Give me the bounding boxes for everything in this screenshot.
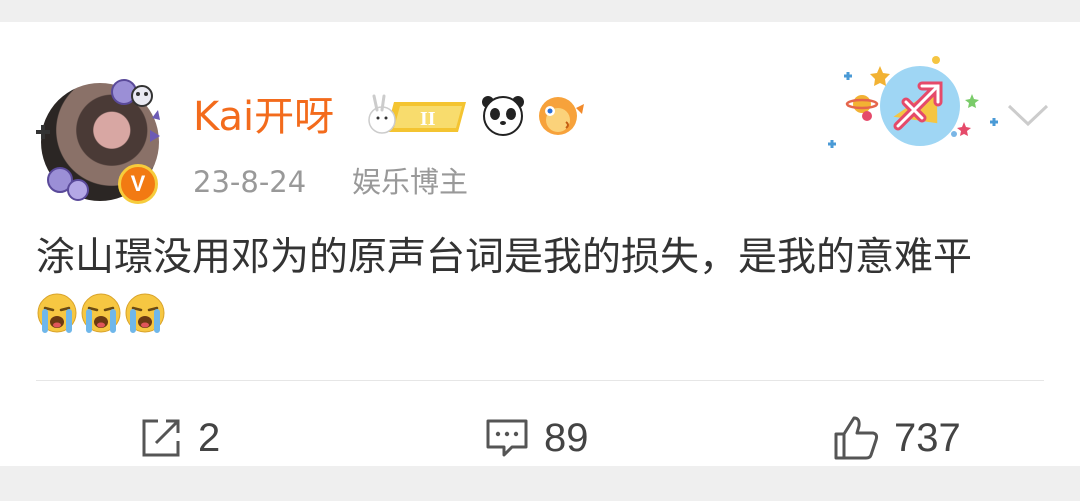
share-count: 2 bbox=[198, 415, 221, 460]
panda-icon bbox=[482, 96, 524, 136]
crying-emoji-icon bbox=[37, 293, 77, 333]
crying-emoji-icon bbox=[81, 293, 121, 333]
share-icon bbox=[142, 419, 180, 457]
post-content: 涂山璟没用邓为的原声台词是我的损失，是我的意难平 bbox=[36, 230, 1046, 342]
user-badges: II bbox=[368, 94, 584, 136]
gemini-level-badge: II bbox=[368, 94, 466, 134]
post-card: V Kai开呀 II 23-8-24 娱乐博主 涂山璟没用邓为的原声台词是我的损… bbox=[0, 22, 1080, 466]
chevron-down-icon[interactable] bbox=[1005, 100, 1051, 130]
post-text: 涂山璟没用邓为的原声台词是我的损失，是我的意难平 bbox=[36, 235, 973, 280]
pufferfish-icon bbox=[539, 97, 584, 135]
user-category: 娱乐博主 bbox=[352, 165, 469, 199]
crying-emoji-icon bbox=[125, 293, 165, 333]
comment-count: 89 bbox=[544, 415, 589, 460]
username[interactable]: Kai开呀 bbox=[193, 92, 334, 142]
share-button[interactable]: 2 bbox=[138, 412, 220, 464]
divider bbox=[36, 380, 1044, 381]
thumbs-up-icon bbox=[834, 416, 879, 460]
post-timestamp: 23-8-24 bbox=[193, 165, 307, 199]
sagittarius-sticker bbox=[828, 56, 998, 148]
avatar[interactable]: V bbox=[36, 79, 162, 204]
like-button[interactable]: 737 bbox=[832, 412, 961, 464]
comment-button[interactable]: 89 bbox=[484, 412, 589, 464]
verified-v-badge: V bbox=[118, 164, 158, 204]
crying-emoji-group bbox=[36, 292, 166, 334]
svg-text:II: II bbox=[420, 108, 436, 130]
comment-icon bbox=[486, 419, 528, 457]
like-count: 737 bbox=[894, 415, 961, 460]
